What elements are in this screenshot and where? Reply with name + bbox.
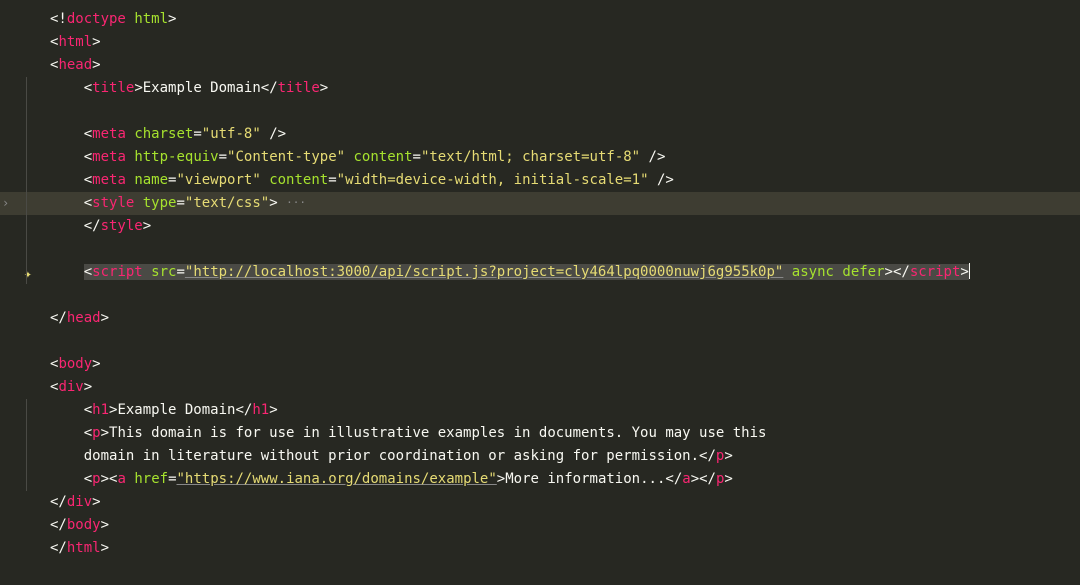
tag-script: script [92,264,143,280]
code-line[interactable]: <meta http-equiv="Content-type" content=… [0,146,1080,169]
code-line[interactable]: </html> [0,537,1080,560]
code-line-selected[interactable]: ✦ <script src="http://localhost:3000/api… [0,261,1080,284]
fold-chevron-icon[interactable]: › [2,194,9,214]
paragraph-text: domain in literature without prior coord… [84,448,699,464]
h1-text: Example Domain [117,402,235,418]
tag-meta: meta [92,149,126,165]
attr-name: name [134,172,168,188]
doctype-keyword: doctype [67,11,126,27]
attr-value: "text/css" [185,195,269,211]
link-text: More information... [505,471,665,487]
attr-href: href [134,471,168,487]
tag-div: div [58,379,83,395]
code-line[interactable]: <title>Example Domain</title> [0,77,1080,100]
attr-content: content [354,149,413,165]
tag-body-close: body [67,517,101,533]
tag-a: a [117,471,125,487]
code-line-current[interactable]: › <style type="text/css"> ··· [0,192,1080,215]
code-line[interactable]: <head> [0,54,1080,77]
tag-head-close: head [67,310,101,326]
attr-value: "Content-type" [227,149,345,165]
code-line[interactable]: </head> [0,307,1080,330]
attr-defer: defer [842,264,884,280]
code-line[interactable]: <html> [0,31,1080,54]
tag-title: title [92,80,134,96]
code-line-empty[interactable] [0,330,1080,353]
code-line-empty[interactable] [0,238,1080,261]
code-line[interactable]: </div> [0,491,1080,514]
tag-style-close: style [101,218,143,234]
attr-value: "width=device-width, initial-scale=1" [337,172,649,188]
code-line-empty[interactable] [0,284,1080,307]
code-line[interactable]: <!doctype html> [0,8,1080,31]
tag-html-close: html [67,540,101,556]
code-line[interactable]: </body> [0,514,1080,537]
fold-indicator-icon[interactable]: ··· [286,196,306,209]
code-line[interactable]: domain in literature without prior coord… [0,445,1080,468]
tag-div-close: div [67,494,92,510]
attr-value: "text/html; charset=utf-8" [421,149,640,165]
tag-meta: meta [92,172,126,188]
tag-style: style [92,195,134,211]
attr-value-url: "http://localhost:3000/api/script.js?pro… [185,264,783,280]
tag-h1: h1 [92,402,109,418]
code-line[interactable]: </style> [0,215,1080,238]
tag-html: html [58,34,92,50]
code-line-empty[interactable] [0,100,1080,123]
attr-type: type [143,195,177,211]
code-line[interactable]: <div> [0,376,1080,399]
tag-meta: meta [92,126,126,142]
attr-http-equiv: http-equiv [134,149,218,165]
text-cursor [969,263,970,279]
code-editor[interactable]: <!doctype html> <html> <head> <title>Exa… [0,8,1080,560]
attr-content: content [269,172,328,188]
attr-value-url: "https://www.iana.org/domains/example" [177,471,497,487]
code-line[interactable]: <meta charset="utf-8" /> [0,123,1080,146]
tag-body: body [58,356,92,372]
code-line[interactable]: <meta name="viewport" content="width=dev… [0,169,1080,192]
bracket: <! [50,11,67,27]
title-text: Example Domain [143,80,261,96]
attr-value: "viewport" [176,172,260,188]
attr-src: src [151,264,176,280]
code-line[interactable]: <p>This domain is for use in illustrativ… [0,422,1080,445]
tag-p: p [92,425,100,441]
code-line[interactable]: <p><a href="https://www.iana.org/domains… [0,468,1080,491]
code-line[interactable]: <h1>Example Domain</h1> [0,399,1080,422]
attr-async: async [792,264,834,280]
tag-p: p [92,471,100,487]
paragraph-text: This domain is for use in illustrative e… [109,425,766,441]
attr-charset: charset [134,126,193,142]
tag-head: head [58,57,92,73]
attr-value: "utf-8" [202,126,261,142]
code-line[interactable]: <body> [0,353,1080,376]
doctype-value: html [134,11,168,27]
